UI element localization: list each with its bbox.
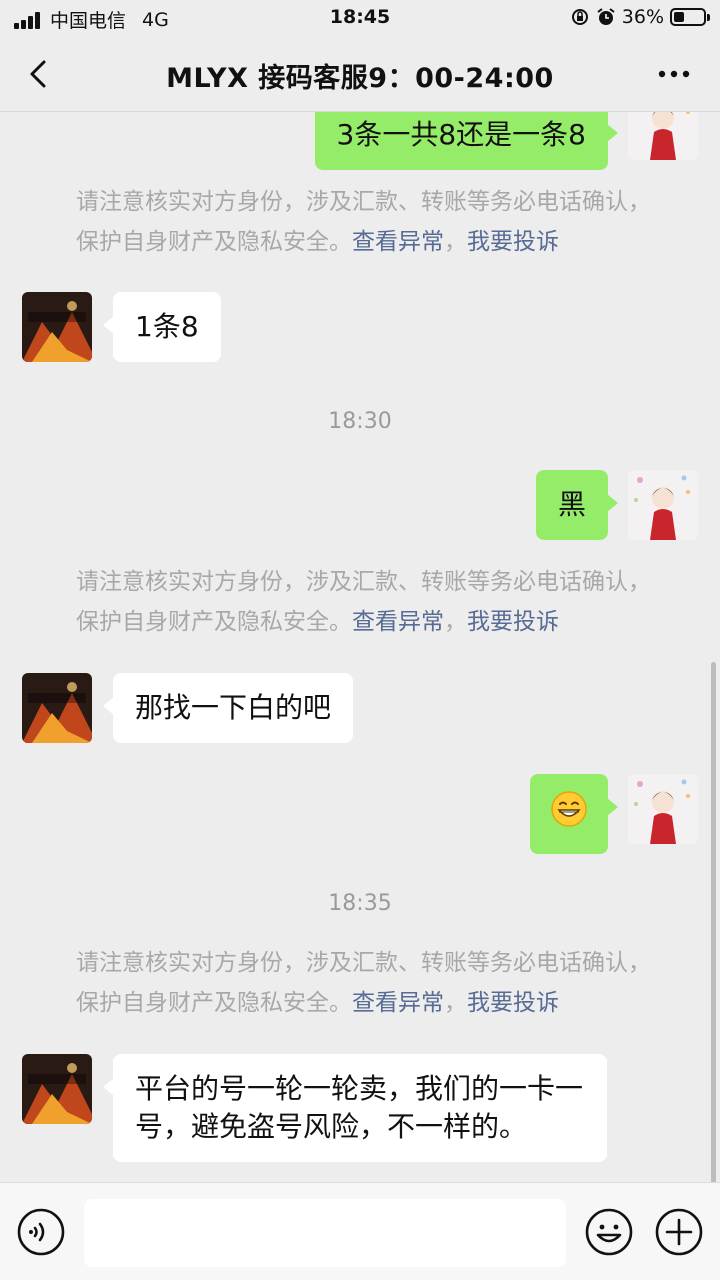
battery-icon <box>670 8 710 26</box>
voice-input-icon[interactable] <box>16 1207 66 1257</box>
message-bubble[interactable]: 那找一下白的吧 <box>102 673 354 743</box>
message-bubble[interactable]: 黑 <box>535 470 619 540</box>
rotation-lock-icon <box>571 9 588 25</box>
chat-area[interactable]: 3条一共8还是一条8 请注意核实对方身份，涉及汇款、转账等务必电话确认，保护自身… <box>0 112 720 1182</box>
message-bubble[interactable] <box>530 774 618 854</box>
message-bubble[interactable]: 1条8 <box>103 292 221 362</box>
message-bubble[interactable]: 3条一共8还是一条8 <box>314 112 619 170</box>
contact-avatar[interactable] <box>22 673 92 743</box>
complain-link[interactable]: 我要投诉 <box>467 990 559 1016</box>
message-bubble[interactable]: 平台的号一轮一轮卖，我们的一卡一号，避免盗号风险，不一样的。 <box>103 1054 607 1162</box>
grinning-face-icon <box>551 791 587 827</box>
alarm-icon <box>597 8 615 25</box>
chat-header: MLYX 接码客服9：00-24:00 <box>0 36 720 112</box>
view-abnormal-link[interactable]: 查看异常 <box>352 990 444 1016</box>
contact-avatar[interactable] <box>22 292 92 362</box>
safety-notice: 请注意核实对方身份，涉及汇款、转账等务必电话确认，保护自身财产及隐私安全。查看异… <box>76 569 651 635</box>
more-icon[interactable] <box>654 54 694 94</box>
status-bar: 中国电信 4G 18:45 36% <box>0 0 720 36</box>
complain-link[interactable]: 我要投诉 <box>467 609 559 635</box>
safety-notice: 请注意核实对方身份，涉及汇款、转账等务必电话确认，保护自身财产及隐私安全。查看异… <box>76 950 651 1016</box>
view-abnormal-link[interactable]: 查看异常 <box>352 229 444 255</box>
add-icon[interactable] <box>654 1207 704 1257</box>
scrollbar[interactable] <box>711 662 716 1182</box>
back-icon[interactable] <box>20 54 60 94</box>
input-bar <box>0 1182 720 1280</box>
view-abnormal-link[interactable]: 查看异常 <box>352 609 444 635</box>
chat-title: MLYX 接码客服9：00-24:00 <box>166 63 554 94</box>
time-divider: 18:30 <box>328 409 392 434</box>
my-avatar[interactable] <box>628 774 698 844</box>
time-divider: 18:35 <box>328 891 392 916</box>
battery-percent: 36% <box>621 6 664 28</box>
safety-notice: 请注意核实对方身份，涉及汇款、转账等务必电话确认，保护自身财产及隐私安全。查看异… <box>76 189 651 255</box>
my-avatar[interactable] <box>628 470 698 540</box>
emoji-icon[interactable] <box>584 1207 634 1257</box>
message-input[interactable] <box>84 1199 566 1267</box>
complain-link[interactable]: 我要投诉 <box>467 229 559 255</box>
my-avatar[interactable] <box>628 112 698 160</box>
contact-avatar[interactable] <box>22 1054 92 1124</box>
